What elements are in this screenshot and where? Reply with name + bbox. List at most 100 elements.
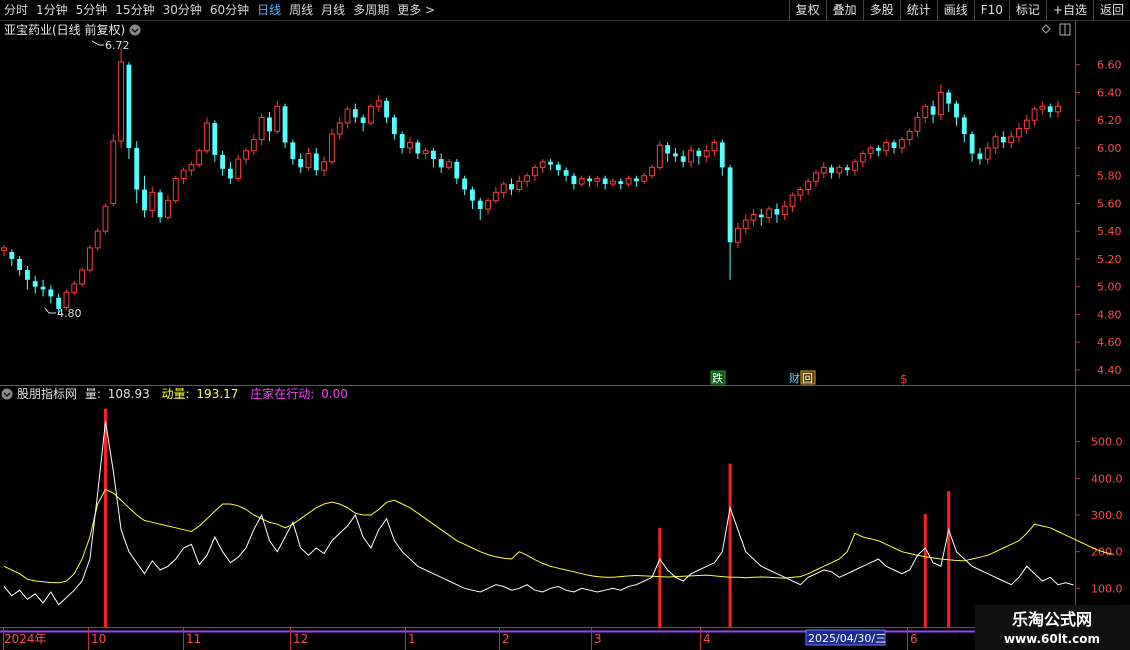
price-tick-label: 4.80 [1097, 308, 1122, 321]
main-panel-header: 亚宝药业(日线 前复权) [4, 22, 1071, 37]
candle-body [867, 147, 874, 155]
candle-body [267, 117, 272, 132]
stock-title: 亚宝药业(日线 前复权) [4, 22, 125, 37]
marker-finance[interactable]: 财 [789, 371, 800, 385]
candle-body [930, 106, 936, 115]
stock-chart-app: 分时 1分钟 5分钟 15分钟 30分钟 60分钟 日线 周线 月线 多周期 更… [0, 0, 1130, 650]
candle-body [368, 105, 374, 124]
candle-body [531, 166, 538, 177]
candle-body [328, 133, 335, 163]
vol-label: 量: [85, 387, 101, 401]
candle-body [492, 191, 499, 202]
candle-body [633, 178, 639, 182]
candle-body [750, 214, 757, 221]
candle-body [110, 140, 117, 204]
time-label-jan: 1 [408, 632, 416, 646]
candle-body [384, 100, 389, 118]
indicator-header: 股朋指标网 量: 108.93 动量: 193.17 庄家在行动: 0.00 [1, 386, 348, 401]
candle-body [204, 122, 210, 152]
price-tick-label: 5.20 [1097, 253, 1122, 266]
candle-body [470, 189, 475, 201]
marker-drop: 跌 [712, 371, 723, 385]
candle-body [391, 117, 397, 135]
candle-body [165, 200, 171, 218]
indicator-dropdown-icon[interactable] [1, 388, 13, 400]
candle-body [344, 108, 351, 124]
indicator-tick-label: 100.0 [1091, 582, 1123, 595]
price-tick-label: 5.40 [1097, 225, 1122, 238]
candle-body [220, 154, 226, 169]
candle-body [1031, 108, 1038, 121]
price-tick-label: 5.80 [1097, 170, 1122, 183]
candle-body [321, 161, 328, 171]
candle-body [102, 205, 109, 232]
time-label-mar: 3 [594, 632, 602, 646]
time-label-feb: 2 [502, 632, 510, 646]
candle-body [1039, 105, 1046, 110]
chart-canvas[interactable]: 亚宝药业(日线 前复权) 6.60 6.40 6.20 6.00 5.80 5.60 5.4… [0, 0, 1130, 650]
candle-body [548, 161, 553, 165]
candle-body [641, 175, 648, 182]
zj-label: 庄家在行动: [250, 386, 314, 401]
indicator-tick-label: 400.0 [1091, 472, 1123, 485]
candle-body [969, 134, 975, 154]
candle-body [477, 200, 483, 209]
candle-body [17, 258, 23, 271]
indicator-legend: 股朋指标网 量: 108.93 动量: 193.17 庄家在行动: 0.00 [17, 386, 348, 401]
indicator-axis-ticks: 500.0 400.0 300.0 200.0 100.0 [1075, 436, 1123, 595]
time-label-nov: 11 [186, 632, 201, 646]
signal-bar [923, 514, 927, 627]
candle-body [578, 177, 585, 185]
candle-body [946, 92, 952, 104]
candle-body [571, 175, 577, 185]
candle-body [774, 209, 780, 215]
candle-body [961, 117, 967, 135]
candle-body [696, 150, 702, 157]
diamond-icon[interactable] [1041, 24, 1051, 34]
low-pointer [44, 307, 56, 314]
price-tick-label: 6.00 [1097, 142, 1122, 155]
indicator-tick-label: 500.0 [1091, 436, 1123, 449]
candle-body [446, 161, 452, 168]
candle-body [937, 91, 944, 116]
candle-body [766, 208, 773, 218]
candle-body [485, 200, 491, 210]
candle-body [891, 142, 897, 148]
candle-body [734, 227, 741, 243]
candle-body [758, 214, 764, 218]
signal-bar [103, 408, 107, 627]
candle-body [258, 116, 265, 141]
candle-body [516, 180, 523, 191]
candle-body [984, 147, 991, 160]
time-label-jun: 6 [910, 632, 918, 646]
marker-dollar[interactable]: $ [900, 372, 908, 386]
candle-body [407, 141, 413, 149]
cursor-date: 2025/04/30/三 [808, 632, 886, 645]
event-markers: 跌 财 回 $ [710, 370, 908, 386]
candle-body [539, 161, 546, 168]
time-label-oct: 10 [91, 632, 106, 646]
title-dropdown-icon[interactable] [129, 24, 141, 36]
candle-body [852, 161, 858, 171]
candle-body [992, 136, 999, 149]
candle-body [336, 122, 343, 135]
zj-value: 0.00 [321, 387, 348, 401]
candle-body [524, 175, 531, 182]
candle-body [212, 123, 218, 155]
marker-return: 回 [802, 372, 813, 385]
candle-body [290, 142, 296, 160]
candle-body [727, 167, 733, 243]
candle-body [673, 153, 678, 157]
candle-body [656, 144, 663, 168]
candlestick-series [1, 48, 1061, 315]
time-label-apr: 4 [703, 632, 711, 646]
candle-body [172, 177, 179, 202]
candle-body [829, 167, 835, 173]
candle-body [196, 150, 203, 166]
candle-body [1016, 128, 1022, 138]
indicator-name: 股朋指标网 [17, 386, 77, 401]
candle-body [282, 106, 288, 143]
price-tick-label: 5.60 [1097, 197, 1122, 210]
candle-body [462, 178, 468, 190]
candle-body [243, 150, 249, 160]
